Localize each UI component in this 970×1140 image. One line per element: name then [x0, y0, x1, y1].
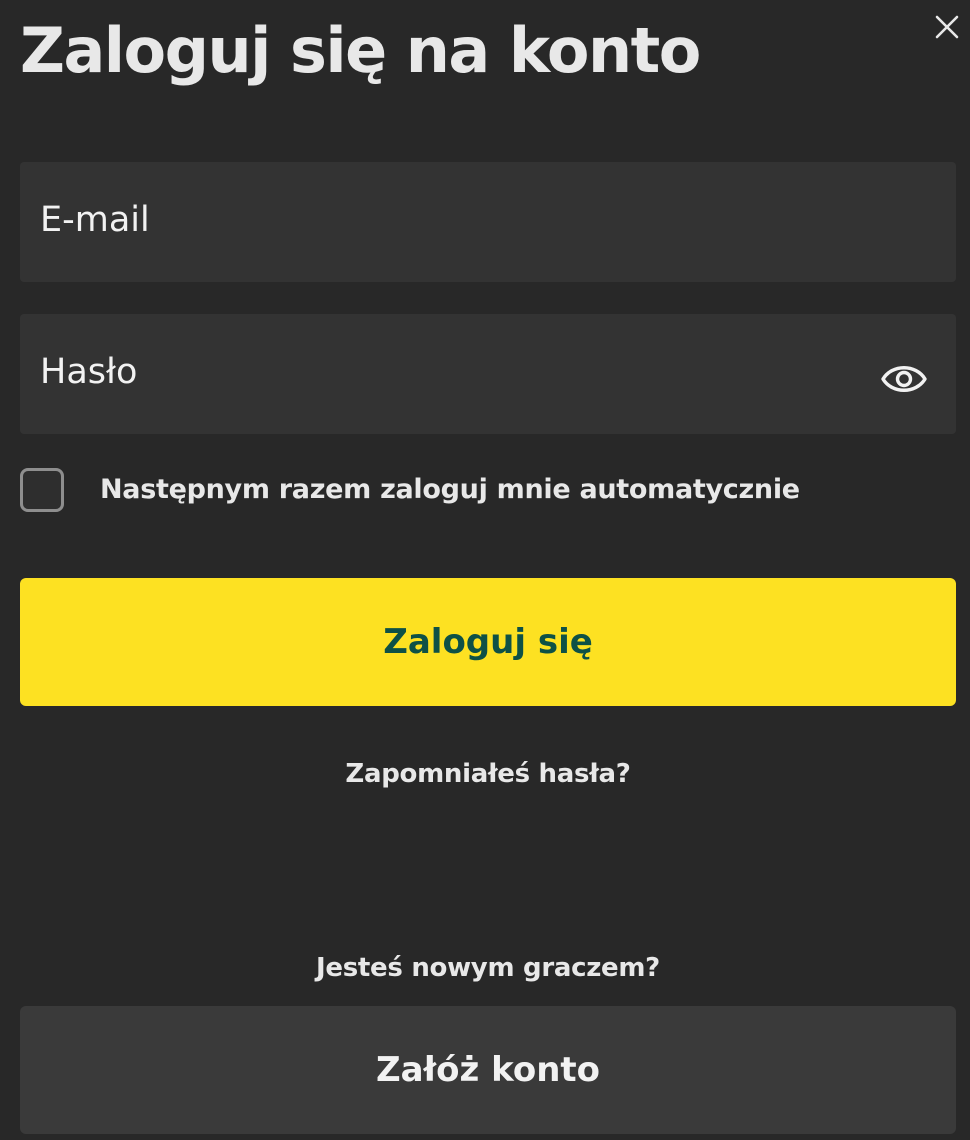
close-button[interactable]	[930, 10, 964, 44]
email-field-container	[20, 162, 956, 282]
remember-me-label[interactable]: Następnym razem zaloguj mnie automatyczn…	[100, 470, 800, 510]
forgot-password-link[interactable]: Zapomniałeś hasła?	[0, 754, 970, 794]
register-button[interactable]: Załóż konto	[20, 1006, 956, 1134]
page-title: Zaloguj się na konto	[20, 14, 701, 87]
remember-me-row: Następnym razem zaloguj mnie automatyczn…	[20, 466, 840, 514]
email-input[interactable]	[40, 162, 870, 282]
remember-me-checkbox[interactable]	[20, 468, 64, 512]
close-icon	[935, 15, 959, 39]
password-field-container	[20, 314, 956, 434]
login-button[interactable]: Zaloguj się	[20, 578, 956, 706]
show-password-button[interactable]	[880, 359, 928, 399]
password-input[interactable]	[40, 314, 870, 434]
new-player-prompt: Jesteś nowym graczem?	[316, 953, 660, 983]
eye-icon	[881, 366, 927, 392]
